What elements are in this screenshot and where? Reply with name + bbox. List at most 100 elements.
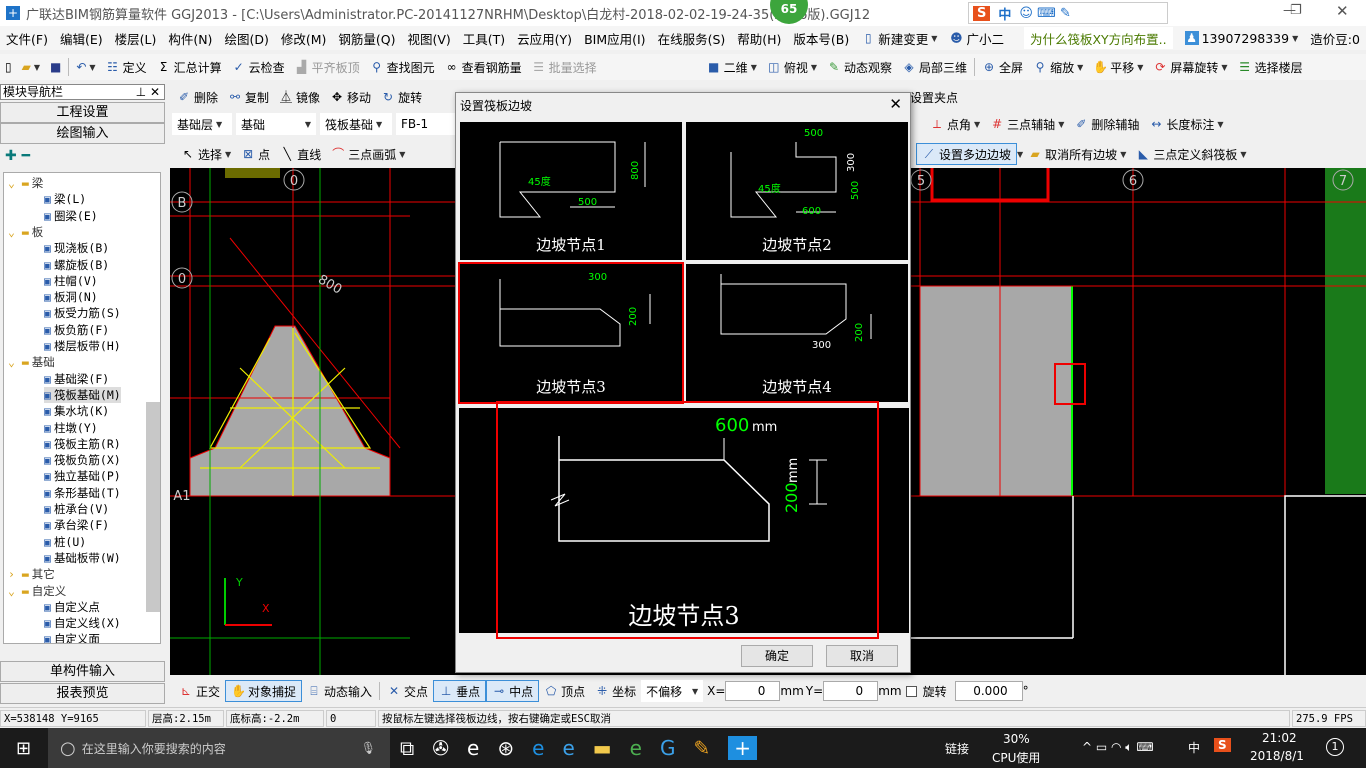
ime-mode[interactable]: 中 bbox=[998, 4, 1011, 23]
define-button[interactable]: ☷ 定义 bbox=[101, 56, 152, 78]
select-floor-button[interactable]: ☰ 选择楼层 bbox=[1233, 56, 1308, 78]
move-button[interactable]: ✥ 移动 bbox=[325, 86, 376, 108]
view-rebar-button[interactable]: ∞ 查看钢筋量 bbox=[440, 56, 527, 78]
summary-calc-button[interactable]: Σ 汇总计算 bbox=[152, 56, 227, 78]
tree-item[interactable]: ▣ 板受力筋(S) bbox=[44, 305, 121, 321]
length-dim-button[interactable]: ↔ 长度标注 ▼ bbox=[1144, 113, 1228, 135]
project-settings-button[interactable]: 工程设置 bbox=[0, 102, 165, 123]
clock-date[interactable]: 2018/8/1 bbox=[1250, 749, 1304, 763]
link-label[interactable]: 链接 bbox=[945, 740, 969, 757]
midpoint-snap[interactable]: ⊸ 中点 bbox=[486, 680, 540, 702]
menu-bim[interactable]: BIM应用(I) bbox=[578, 27, 652, 49]
three-point-axis-button[interactable]: # 三点辅轴 ▼ bbox=[985, 113, 1069, 135]
cancel-all-slopes-button[interactable]: ▰ 取消所有边坡 ▼ bbox=[1023, 143, 1131, 165]
tree-folder[interactable]: ⌄ ▬ 板 bbox=[8, 224, 43, 240]
single-component-input-button[interactable]: 单构件输入 bbox=[0, 661, 165, 682]
task-view-icon[interactable]: ⧉ bbox=[400, 736, 414, 760]
find-element-button[interactable]: ⚲ 查找图元 bbox=[365, 56, 440, 78]
ime-toolbar[interactable]: S 中 ☺ ⌨ ✎ bbox=[968, 2, 1168, 24]
menu-online[interactable]: 在线服务(S) bbox=[652, 27, 732, 49]
save-icon[interactable]: ■ bbox=[45, 56, 66, 78]
tree-item[interactable]: ▣ 梁(L) bbox=[44, 191, 86, 207]
tree-item[interactable]: ▣ 桩(U) bbox=[44, 534, 86, 550]
point-angle-button[interactable]: ⟂ 点角 ▼ bbox=[925, 113, 985, 135]
menu-assistant[interactable]: ☻ 广小二 bbox=[943, 27, 1010, 49]
dynamic-view-button[interactable]: ✎ 动态观察 bbox=[822, 56, 897, 78]
screen-rotate-button[interactable]: ⟳ 屏幕旋转 ▼ bbox=[1148, 56, 1232, 78]
tree-item[interactable]: ▣ 自定义线(X) bbox=[44, 615, 121, 631]
notice-link[interactable]: 为什么筏板XY方向布置.. bbox=[1023, 27, 1173, 49]
app-bell-icon[interactable]: ⊛ bbox=[497, 736, 514, 760]
undo-icon[interactable]: ↶ ▼ bbox=[71, 56, 100, 78]
slope-node-option[interactable]: 300 200 边坡节点4 bbox=[686, 264, 908, 402]
select-button[interactable]: ↖ 选择 ▼ bbox=[176, 143, 236, 165]
tree-item[interactable]: ▣ 板洞(N) bbox=[44, 289, 98, 305]
menu-view[interactable]: 视图(V) bbox=[401, 27, 456, 49]
coordinate-snap[interactable]: ⁜ 坐标 bbox=[590, 680, 641, 702]
tree-item[interactable]: ▣ 独立基础(P) bbox=[44, 468, 121, 484]
drawing-input-button[interactable]: 绘图输入 bbox=[0, 123, 165, 144]
y-input[interactable]: 0 bbox=[823, 681, 879, 701]
cancel-button[interactable]: 取消 bbox=[826, 645, 898, 667]
set-multi-edge-slope-button[interactable]: ⟋ 设置多边边坡 bbox=[916, 143, 1018, 165]
edge-icon[interactable]: e bbox=[532, 736, 544, 760]
tree-item[interactable]: ▣ 筏板基础(M) bbox=[44, 386, 121, 403]
glodon-app-icon[interactable]: + bbox=[728, 736, 757, 760]
offset-select[interactable]: 不偏移 ▼ bbox=[641, 680, 704, 702]
vertex-snap[interactable]: ⬠ 顶点 bbox=[539, 680, 590, 702]
dynamic-input-toggle[interactable]: ⌸ 动态输入 bbox=[302, 680, 377, 702]
x-input[interactable]: 0 bbox=[725, 681, 781, 701]
copy-button[interactable]: ⚯ 复制 bbox=[223, 86, 274, 108]
close-button[interactable]: ✕ bbox=[1336, 2, 1349, 20]
component-tree[interactable]: ⌄ ▬ 梁 ▣ 梁(L) ▣ 圈梁(E) ⌄ ▬ 板 ▣ 现浇板(B) ▣ 螺旋板(B) ▣ 柱帽(V) ▣… bbox=[3, 172, 161, 644]
align-slab-top-button[interactable]: ▟ 平齐板顶 bbox=[290, 56, 365, 78]
report-preview-button[interactable]: 报表预览 bbox=[0, 683, 165, 704]
menu-modify[interactable]: 修改(M) bbox=[275, 27, 333, 49]
search-box[interactable]: ○ 在这里输入你要搜索的内容 🎙︎ bbox=[48, 728, 390, 768]
component-type-select[interactable]: 筏板基础 ▼ bbox=[320, 113, 392, 135]
360-browser-icon[interactable]: e bbox=[630, 736, 642, 760]
local-3d-button[interactable]: ◈ 局部三维 bbox=[897, 56, 972, 78]
menu-file[interactable]: 文件(F) bbox=[0, 27, 54, 49]
file-explorer-icon[interactable]: ▬ bbox=[593, 736, 612, 760]
tree-item[interactable]: ▣ 螺旋板(B) bbox=[44, 257, 109, 273]
menu-rebar[interactable]: 钢筋量(Q) bbox=[332, 27, 401, 49]
menu-tools[interactable]: 工具(T) bbox=[457, 27, 511, 49]
zoom-button[interactable]: ⚲ 缩放 ▼ bbox=[1028, 56, 1088, 78]
tree-item[interactable]: ▣ 集水坑(K) bbox=[44, 403, 109, 419]
batch-select-button[interactable]: ☰ 批量选择 bbox=[527, 56, 602, 78]
open-file-icon[interactable]: ▰ ▼ bbox=[17, 56, 45, 78]
tree-scrollbar[interactable] bbox=[146, 402, 160, 612]
tree-item[interactable]: ▣ 柱墩(Y) bbox=[44, 420, 98, 436]
mirror-button[interactable]: ⏅ 镜像 bbox=[274, 86, 325, 108]
tree-folder[interactable]: ⌄ ▬ 基础 bbox=[8, 354, 55, 370]
rotate-button[interactable]: ↻ 旋转 bbox=[376, 86, 427, 108]
new-file-icon[interactable]: ▯ bbox=[0, 56, 17, 78]
slope-node-option[interactable]: 45度 500 800 边坡节点1 bbox=[460, 122, 682, 260]
slope-node-option[interactable]: 300 200 边坡节点3 bbox=[458, 262, 684, 404]
tree-item[interactable]: ▣ 板负筋(F) bbox=[44, 322, 109, 338]
rotate-input[interactable]: 0.000 bbox=[954, 681, 1023, 701]
tree-item[interactable]: ▣ 现浇板(B) bbox=[44, 240, 109, 256]
pin-close-icon[interactable]: ⊥ ✕ bbox=[136, 85, 160, 99]
ime-tools-icon[interactable]: ☺ ⌨ ✎ bbox=[1019, 6, 1070, 21]
menu-edit[interactable]: 编辑(E) bbox=[54, 27, 109, 49]
slope-node-option[interactable]: 500 45度 600 300 500 边坡节点2 bbox=[686, 122, 908, 260]
line-button[interactable]: ╲ 直线 bbox=[275, 143, 326, 165]
tree-folder[interactable]: › ▬ 其它 bbox=[8, 566, 55, 582]
tree-folder[interactable]: ⌄ ▬ 梁 bbox=[8, 175, 43, 191]
menu-new-change[interactable]: ▯ 新建变更 ▼ bbox=[855, 27, 943, 49]
tree-item[interactable]: ▣ 楼层板带(H) bbox=[44, 338, 121, 354]
category-select[interactable]: 基础 ▼ bbox=[236, 113, 316, 135]
clock-time[interactable]: 21:02 bbox=[1262, 731, 1297, 745]
top-view-button[interactable]: ◫ 俯视 ▼ bbox=[762, 56, 822, 78]
arc-button[interactable]: ⌒ 三点画弧 ▼ bbox=[326, 143, 410, 165]
perpendicular-snap[interactable]: ⊥ 垂点 bbox=[433, 680, 487, 702]
sogou-tray-icon[interactable]: S bbox=[1214, 738, 1231, 752]
fullscreen-button[interactable]: ⊕ 全屏 bbox=[977, 56, 1028, 78]
edge-old-icon[interactable]: e bbox=[467, 736, 479, 760]
2d-view-button[interactable]: ■ 二维 ▼ bbox=[702, 56, 762, 78]
floor-select[interactable]: 基础层 ▼ bbox=[172, 113, 232, 135]
tree-item[interactable]: ▣ 圈梁(E) bbox=[44, 208, 98, 224]
tree-item[interactable]: ▣ 筏板负筋(X) bbox=[44, 452, 121, 468]
